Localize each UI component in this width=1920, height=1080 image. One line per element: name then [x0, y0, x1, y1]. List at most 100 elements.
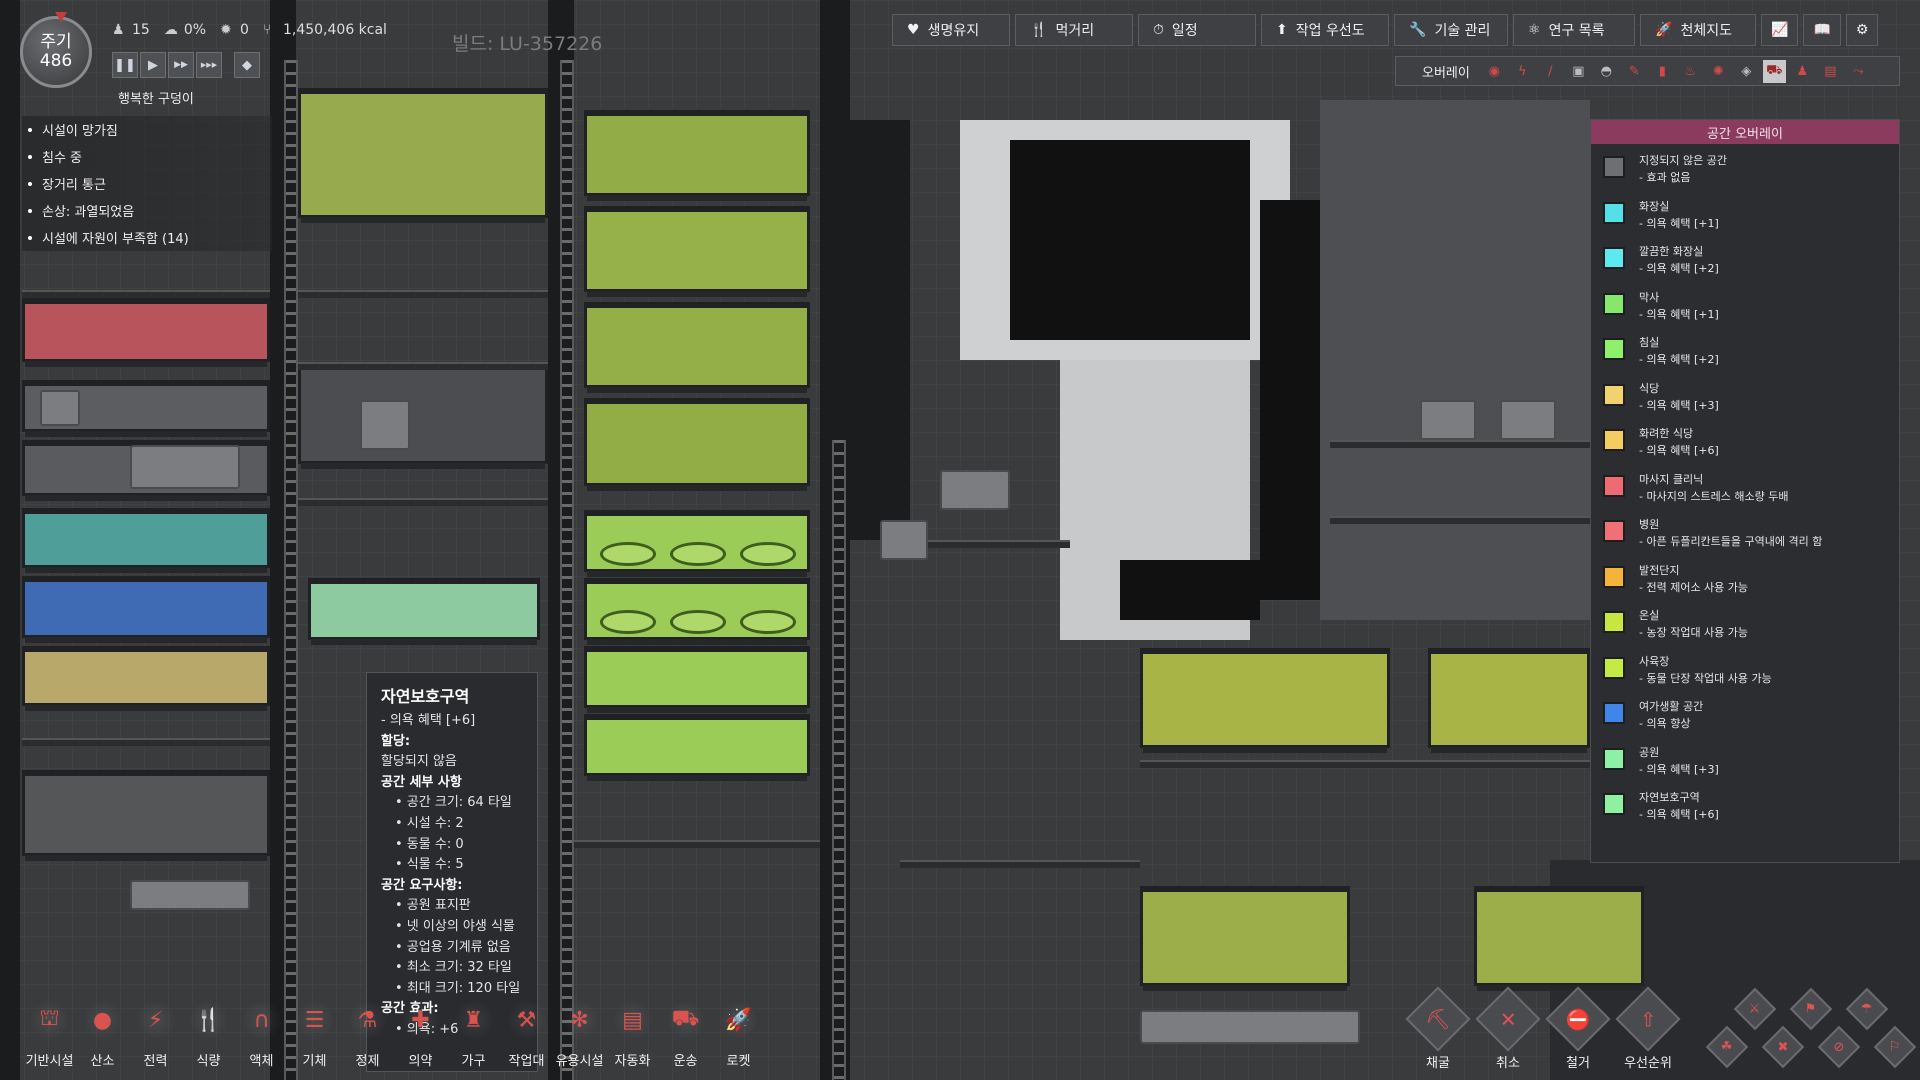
build-category-power[interactable]: ⚡ 전력 — [130, 1000, 181, 1074]
notification-item[interactable]: 침수 중 — [22, 143, 272, 170]
germ-icon[interactable]: ♨ — [1679, 60, 1702, 83]
room-unassigned[interactable] — [22, 770, 270, 861]
planter-pod[interactable] — [600, 610, 656, 634]
planter-pod[interactable] — [670, 610, 726, 634]
speed-2-button[interactable]: ▶▶ — [168, 52, 194, 78]
notification-item[interactable]: 시설이 망가짐 — [22, 116, 272, 143]
speed-3-button[interactable]: ▶▶▶ — [196, 52, 222, 78]
tab-settings[interactable]: ⚙ — [1845, 14, 1879, 46]
power-icon[interactable]: ϟ — [1511, 60, 1534, 83]
room-bedroom[interactable] — [584, 110, 810, 201]
tab-research[interactable]: ⚛ 연구 목록 — [1513, 14, 1635, 46]
legend-item[interactable]: 사육장 - 동물 단장 작업대 사용 가능 — [1603, 653, 1772, 687]
build-category-base[interactable]: ⛫ 기반시설 — [24, 1000, 75, 1074]
tab-codex[interactable]: 📖 — [1803, 14, 1841, 46]
legend-item[interactable]: 마사지 클리닉 - 마사지의 스트레스 해소량 두배 — [1603, 471, 1789, 505]
room-greenhouse[interactable] — [1140, 886, 1350, 991]
tab-priorities[interactable]: ⬆ 작업 우선도 — [1261, 14, 1389, 46]
plumbing-icon[interactable]: ▮ — [1651, 60, 1674, 83]
notification-item[interactable]: 장거리 통근 — [22, 170, 272, 197]
room-unassigned[interactable] — [298, 364, 548, 469]
build-category-ventilation[interactable]: ☰ 기체 — [289, 1000, 340, 1074]
attack-tool[interactable]: ⚔ — [1733, 987, 1777, 1031]
harvest-tool[interactable]: ☘ — [1705, 1025, 1749, 1069]
build-category-medicine[interactable]: ✚ 의약 — [395, 1000, 446, 1074]
planter-pod[interactable] — [670, 542, 726, 566]
tab-starmap[interactable]: 🚀 천체지도 — [1640, 14, 1756, 46]
build-category-utilities[interactable]: ✻ 유용시설 — [554, 1000, 605, 1074]
tab-vitals[interactable]: ♥ 생명유지 — [892, 14, 1010, 46]
legend-item[interactable]: 병원 - 아픈 듀플리칸트들을 구역내에 격리 함 — [1603, 516, 1822, 550]
farming-icon[interactable]: ✺ — [1707, 60, 1730, 83]
duplicant-count[interactable]: ♟ 15 — [112, 22, 150, 38]
legend-item[interactable]: 발전단지 - 전력 제어소 사용 가능 — [1603, 562, 1748, 596]
planter-pod[interactable] — [740, 610, 796, 634]
room-greenhouse[interactable] — [1474, 886, 1644, 991]
tab-skills[interactable]: 🔧 기술 관리 — [1394, 14, 1508, 46]
room-nature-reserve[interactable] — [308, 578, 540, 645]
machine[interactable] — [130, 445, 240, 489]
machine[interactable] — [360, 400, 410, 450]
room-bedroom[interactable] — [584, 398, 810, 491]
cancel-tool[interactable]: ✕ 취소 — [1475, 986, 1541, 1071]
legend-item[interactable]: 자연보호구역 - 의욕 혜택 [+6] — [1603, 789, 1719, 823]
light-icon[interactable]: ◓ — [1595, 60, 1618, 83]
legend-item[interactable]: 침실 - 의욕 혜택 [+2] — [1603, 334, 1719, 368]
legend-item[interactable]: 여가생활 공간 - 의욕 향상 — [1603, 698, 1703, 732]
capture-tool[interactable]: ⚑ — [1789, 987, 1833, 1031]
machine[interactable] — [1140, 1010, 1360, 1044]
build-category-shipping[interactable]: ⛟ 운송 — [660, 1000, 711, 1074]
materials-icon[interactable]: ▣ — [1567, 60, 1590, 83]
room-massage-clinic[interactable] — [22, 298, 270, 367]
deconstruct-tool[interactable]: ⛔ 철거 — [1545, 986, 1611, 1071]
machine[interactable] — [130, 880, 250, 910]
priority-tool[interactable]: ⇧ 우선순위 — [1615, 986, 1681, 1071]
legend-item[interactable]: 화려한 식당 - 의욕 혜택 [+6] — [1603, 425, 1719, 459]
planter-pod[interactable] — [740, 542, 796, 566]
build-category-food[interactable]: 🍴 식량 — [183, 1000, 234, 1074]
build-category-plumbing[interactable]: ∩ 액체 — [236, 1000, 287, 1074]
clean-tool[interactable]: ☂ — [1845, 987, 1889, 1031]
notification-item[interactable]: 손상: 과열되었음 — [22, 197, 272, 224]
room-stable[interactable] — [1428, 648, 1590, 753]
empty-pipe-tool[interactable]: ⊘ — [1817, 1025, 1861, 1069]
red-alert-button[interactable]: ◆ — [234, 52, 260, 78]
machine[interactable] — [1420, 400, 1476, 440]
conveyor-icon[interactable]: ▤ — [1819, 60, 1842, 83]
room-bedroom[interactable] — [298, 88, 548, 223]
room-washroom[interactable] — [22, 508, 270, 573]
exosuit-icon[interactable]: ⛟ — [1762, 59, 1786, 83]
notification-item[interactable]: 시설에 자원이 부족함 (14) — [22, 224, 272, 251]
build-category-automation[interactable]: ▤ 자동화 — [607, 1000, 658, 1074]
room-bedroom[interactable] — [584, 302, 810, 393]
legend-item[interactable]: 깔끔한 화장실 - 의욕 혜택 [+2] — [1603, 243, 1719, 277]
tab-report[interactable]: 📈 — [1761, 14, 1799, 46]
machine[interactable] — [880, 520, 928, 560]
temperature-icon[interactable]: ∕ — [1539, 60, 1562, 83]
legend-item[interactable]: 식당 - 의욕 혜택 [+3] — [1603, 380, 1719, 414]
dig-tool[interactable]: ⛏ 채굴 — [1405, 986, 1471, 1071]
oxygen-icon[interactable]: ◉ — [1483, 60, 1506, 83]
calories-stat[interactable]: ⑂ 1,450,406 kcal — [263, 22, 387, 38]
decor-icon[interactable]: ✎ — [1623, 60, 1646, 83]
build-category-stations[interactable]: ⚒ 작업대 — [501, 1000, 552, 1074]
room-recreation[interactable] — [22, 576, 270, 643]
stress-stat[interactable]: ☁ 0% — [164, 22, 206, 38]
room-greenhouse[interactable] — [584, 646, 810, 713]
tab-consumables[interactable]: 🍴 먹거리 — [1015, 14, 1133, 46]
machine[interactable] — [1500, 400, 1556, 440]
legend-item[interactable]: 공원 - 의욕 혜택 [+3] — [1603, 744, 1719, 778]
room-icon[interactable]: ◈ — [1735, 60, 1758, 83]
legend-item[interactable]: 화장실 - 의욕 혜택 [+1] — [1603, 198, 1719, 232]
legend-item[interactable]: 온실 - 농장 작업대 사용 가능 — [1603, 607, 1748, 641]
room-bedroom[interactable] — [584, 206, 810, 297]
tab-schedule[interactable]: ⏱ 일정 — [1138, 14, 1256, 46]
build-category-furniture[interactable]: ♜ 가구 — [448, 1000, 499, 1074]
pause-button[interactable]: ❚❚ — [112, 52, 138, 78]
legend-item[interactable]: 지정되지 않은 공간 - 효과 없음 — [1603, 152, 1727, 186]
legend-item[interactable]: 막사 - 의욕 혜택 [+1] — [1603, 289, 1719, 323]
build-category-rocketry[interactable]: 🚀 로켓 — [713, 1000, 764, 1074]
cycle-clock[interactable]: 주기 486 — [20, 16, 92, 88]
machine[interactable] — [40, 390, 80, 426]
sweep-tool[interactable]: ✖ — [1761, 1025, 1805, 1069]
